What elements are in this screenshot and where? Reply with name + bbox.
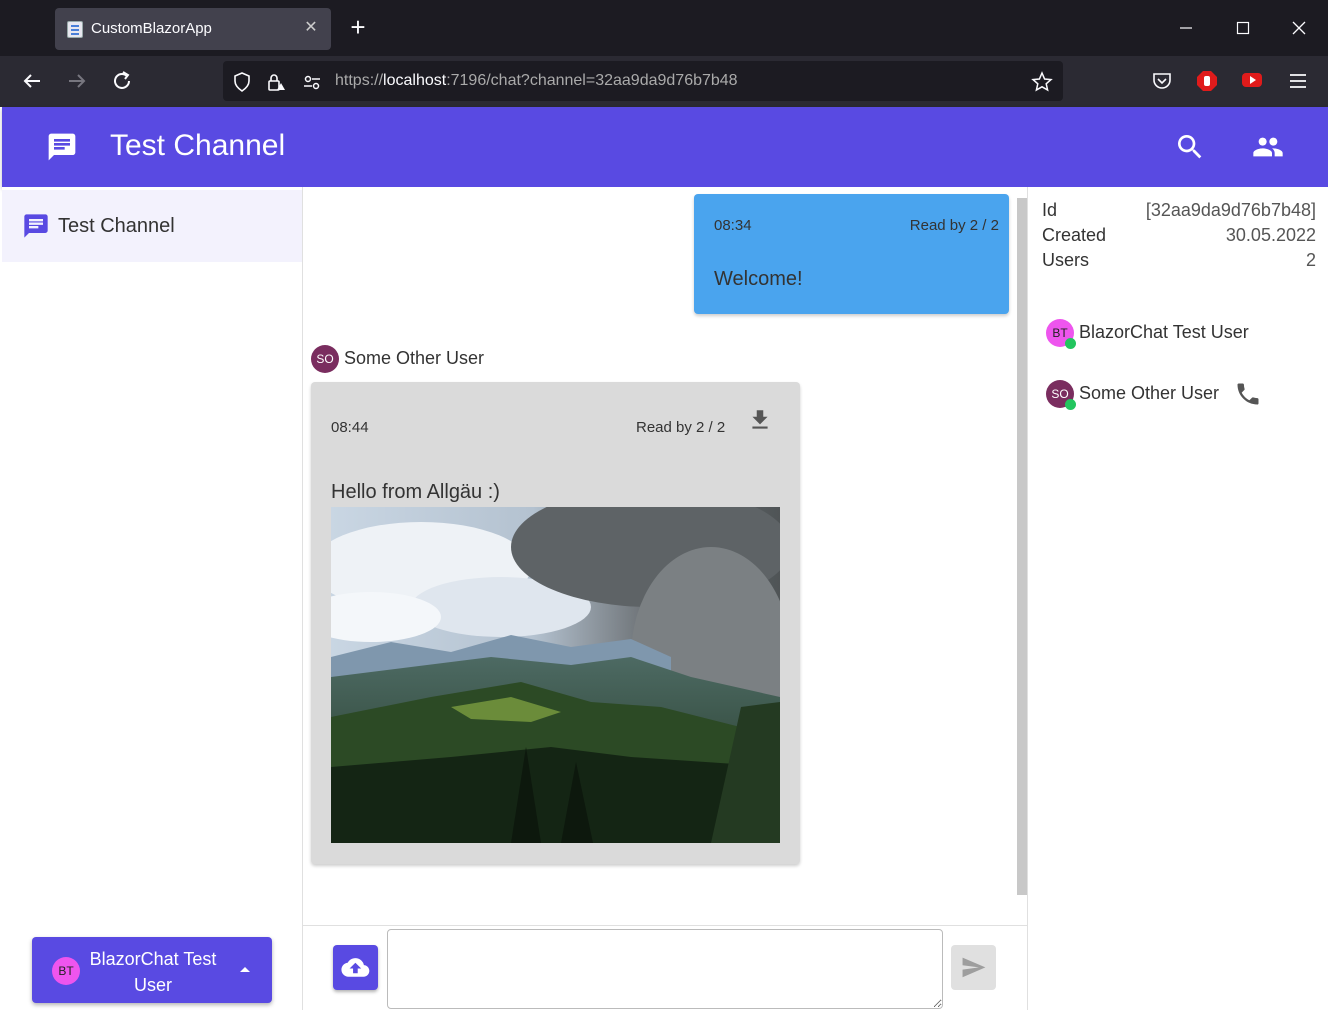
app-bar: Test Channel <box>2 107 1328 187</box>
info-value: [32aa9da9d76b7b48] <box>1145 200 1316 220</box>
info-key: Created <box>1042 225 1107 245</box>
caret-up-icon <box>240 967 250 972</box>
download-icon[interactable] <box>747 407 773 433</box>
send-button[interactable] <box>951 945 996 990</box>
close-window-icon[interactable] <box>1285 14 1313 42</box>
close-tab-icon[interactable]: ✕ <box>301 18 321 38</box>
user-menu-button[interactable]: BT BlazorChat Test User <box>32 937 272 1003</box>
browser-titlebar: CustomBlazorApp ✕ + <box>0 0 1328 56</box>
upload-button[interactable] <box>333 945 378 990</box>
pocket-icon[interactable] <box>1151 70 1173 92</box>
message-list-scrollbar[interactable] <box>1017 198 1027 895</box>
adblock-icon[interactable] <box>1196 70 1218 92</box>
info-key: Id <box>1042 200 1058 220</box>
online-status-icon <box>1065 338 1076 349</box>
info-value: 2 <box>1305 250 1316 270</box>
lock-warning-icon[interactable] <box>265 71 287 93</box>
member-name: Some Other User <box>1079 383 1220 403</box>
maximize-icon[interactable] <box>1229 14 1257 42</box>
member-item[interactable]: BT BlazorChat Test User <box>1046 319 1306 349</box>
browser-toolbar: https://localhost:7196/chat?channel=32aa… <box>0 56 1328 107</box>
forward-icon[interactable] <box>62 66 92 96</box>
people-icon[interactable] <box>1250 131 1286 163</box>
url-text[interactable]: https://localhost:7196/chat?channel=32aa… <box>335 72 738 90</box>
channel-sidebar: Test Channel BT BlazorChat Test User <box>2 187 303 1010</box>
avatar: BT <box>52 957 80 985</box>
sender-name: Some Other User <box>344 348 485 368</box>
user-name: BlazorChat Test User <box>89 949 217 995</box>
online-status-icon <box>1065 399 1076 410</box>
message-text: Welcome! <box>714 268 803 290</box>
member-item[interactable]: SO Some Other User <box>1046 380 1306 410</box>
read-receipt: Read by 2 / 2 <box>636 419 726 436</box>
compose-bar <box>303 925 1027 1010</box>
message-time: 08:34 <box>714 217 752 234</box>
search-icon[interactable] <box>1174 131 1206 163</box>
channel-info-panel: Id [32aa9da9d76b7b48] Created 30.05.2022… <box>1027 187 1328 1010</box>
url-scheme: https:// <box>335 72 384 89</box>
sidebar-item-label: Test Channel <box>58 215 175 237</box>
phone-icon[interactable] <box>1234 380 1262 408</box>
read-receipt: Read by 2 / 2 <box>909 217 999 234</box>
permissions-icon[interactable] <box>301 71 323 93</box>
url-path: :7196/chat?channel=32aa9da9d76b7b48 <box>446 72 738 89</box>
message-text: Hello from Allgäu :) <box>331 481 500 503</box>
member-name: BlazorChat Test User <box>1079 322 1249 342</box>
message-bubble-own[interactable]: 08:34 Read by 2 / 2 Welcome! <box>694 194 1009 314</box>
back-icon[interactable] <box>17 66 47 96</box>
info-row-id: Id [32aa9da9d76b7b48] <box>1042 200 1316 224</box>
new-tab-button[interactable]: + <box>345 14 371 40</box>
reload-icon[interactable] <box>107 66 137 96</box>
bookmark-star-icon[interactable] <box>1031 71 1053 93</box>
page-favicon-icon <box>67 21 83 38</box>
attached-photo[interactable] <box>331 507 780 843</box>
browser-tab[interactable]: CustomBlazorApp ✕ <box>55 8 331 50</box>
chat-icon <box>22 212 50 240</box>
avatar: SO <box>311 345 339 373</box>
menu-icon[interactable] <box>1287 70 1309 92</box>
info-row-created: Created 30.05.2022 <box>1042 225 1316 249</box>
youtube-extension-icon[interactable] <box>1241 70 1263 92</box>
tab-title: CustomBlazorApp <box>91 20 212 37</box>
message-time: 08:44 <box>331 419 369 436</box>
message-bubble-other[interactable]: 08:44 Read by 2 / 2 Hello from Allgäu :) <box>311 382 800 864</box>
sidebar-item-test-channel[interactable]: Test Channel <box>2 190 302 262</box>
chat-icon[interactable] <box>46 131 78 163</box>
info-value: 30.05.2022 <box>1225 225 1316 245</box>
channel-title: Test Channel <box>110 129 286 162</box>
minimize-icon[interactable] <box>1172 14 1200 42</box>
address-bar[interactable]: https://localhost:7196/chat?channel=32aa… <box>223 61 1063 101</box>
url-host: localhost <box>383 72 447 89</box>
shield-icon[interactable] <box>231 71 253 93</box>
message-input[interactable] <box>387 929 943 1009</box>
info-key: Users <box>1042 250 1090 270</box>
info-row-users: Users 2 <box>1042 250 1316 274</box>
message-list[interactable]: 08:34 Read by 2 / 2 Welcome! SO Some Oth… <box>303 187 1027 925</box>
